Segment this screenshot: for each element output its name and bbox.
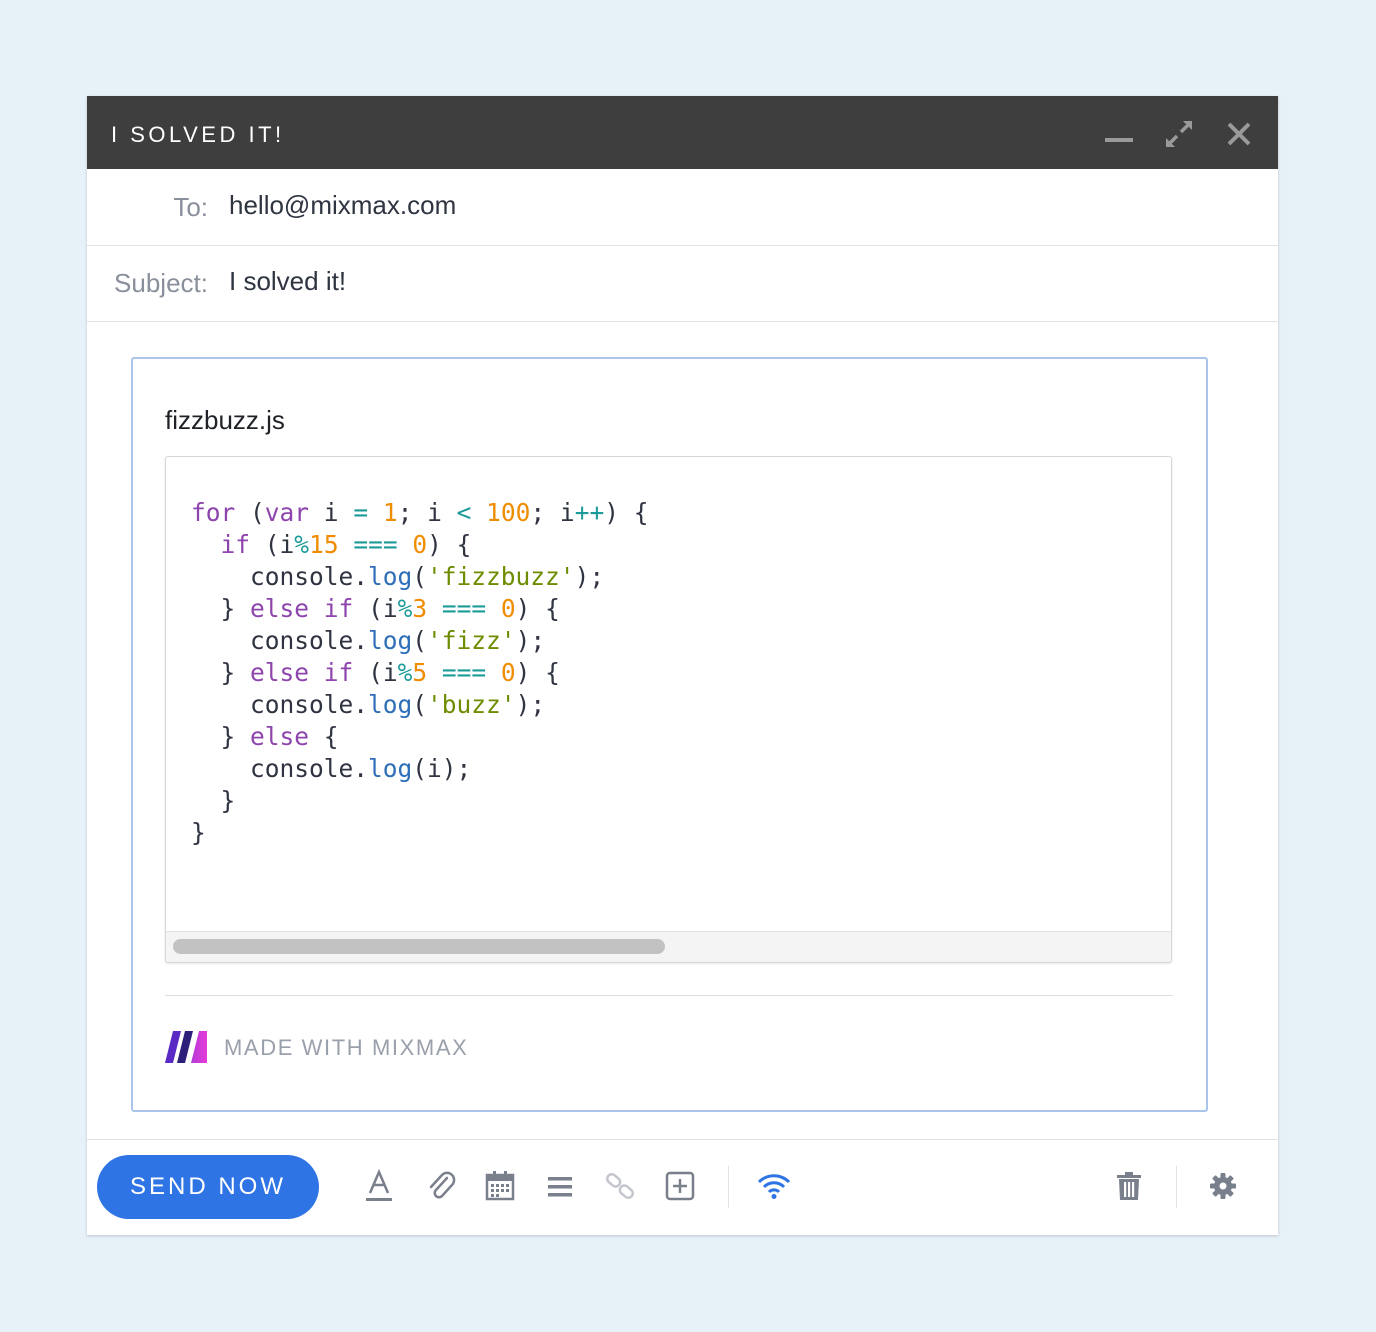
minimize-icon[interactable] <box>1101 116 1137 152</box>
gear-icon[interactable] <box>1205 1168 1241 1204</box>
to-input[interactable]: hello@mixmax.com <box>229 190 456 221</box>
window-title: I SOLVED IT! <box>111 122 285 147</box>
link-icon[interactable] <box>602 1168 638 1204</box>
toolbar-separator <box>1176 1166 1177 1208</box>
close-icon[interactable] <box>1221 116 1257 152</box>
menu-icon[interactable] <box>542 1168 578 1204</box>
scrollbar-thumb[interactable] <box>173 939 665 954</box>
code-block[interactable]: for (var i = 1; i < 100; i++) { if (i%15… <box>165 456 1172 963</box>
subject-input[interactable]: I solved it! <box>229 266 346 297</box>
made-with-mixmax[interactable]: MADE WITH MIXMAX <box>224 1035 468 1061</box>
trash-icon[interactable] <box>1111 1168 1147 1204</box>
expand-icon[interactable] <box>1161 116 1197 152</box>
send-now-button[interactable]: SEND NOW <box>97 1155 319 1219</box>
horizontal-scrollbar[interactable] <box>166 931 1171 962</box>
to-label: To: <box>173 192 208 222</box>
to-row[interactable]: To: hello@mixmax.com <box>87 169 1278 246</box>
subject-row[interactable]: Subject: I solved it! <box>87 245 1278 322</box>
text-format-icon[interactable] <box>361 1168 397 1204</box>
calendar-icon[interactable] <box>482 1168 518 1204</box>
code-content: for (var i = 1; i < 100; i++) { if (i%15… <box>191 498 649 847</box>
mixmax-logo[interactable] <box>165 1031 207 1063</box>
tracking-icon[interactable] <box>756 1168 792 1204</box>
attachment-icon[interactable] <box>423 1168 459 1204</box>
snippet-filename: fizzbuzz.js <box>165 405 285 435</box>
code-snippet-card[interactable]: fizzbuzz.js for (var i = 1; i < 100; i++… <box>131 357 1208 1112</box>
compose-window: I SOLVED IT! To: hello@mixmax.com Subjec… <box>87 96 1278 1235</box>
compose-toolbar: SEND NOW <box>87 1139 1278 1236</box>
title-bar: I SOLVED IT! <box>87 96 1278 169</box>
toolbar-separator <box>728 1166 729 1208</box>
subject-label: Subject: <box>114 268 208 298</box>
divider <box>165 995 1173 996</box>
add-icon[interactable] <box>662 1168 698 1204</box>
